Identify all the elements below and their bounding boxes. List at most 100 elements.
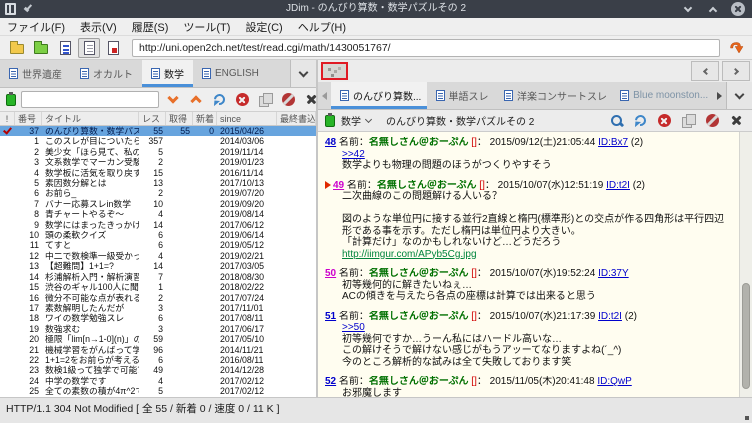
- prev-button[interactable]: [691, 61, 719, 81]
- board-select[interactable]: 数学: [341, 113, 373, 128]
- menu-file[interactable]: ファイル(F): [7, 19, 65, 35]
- thread-list-row[interactable]: 19 数強求む 3 2017/06/17: [0, 324, 316, 334]
- post-number-link[interactable]: 48: [325, 137, 336, 148]
- thread-list-row[interactable]: 37のんびり算数・数学パズル555502015/04/26: [0, 126, 316, 137]
- pin-icon[interactable]: [23, 4, 33, 14]
- resize-grip[interactable]: [745, 416, 749, 420]
- poster-name[interactable]: 名無しさん＠おーぷん: [369, 376, 469, 387]
- post-number-link[interactable]: 50: [325, 268, 336, 279]
- poster-id-link[interactable]: ID:37Y: [598, 268, 629, 279]
- reload-button[interactable]: [210, 91, 228, 109]
- delete-button[interactable]: [233, 91, 251, 109]
- search-down-button[interactable]: [164, 91, 182, 109]
- close-thread-button[interactable]: [727, 112, 745, 130]
- board-tab-occult[interactable]: オカルト: [71, 60, 142, 87]
- image-view-button[interactable]: [102, 38, 124, 58]
- favorites-button[interactable]: [30, 38, 52, 58]
- thread-tab-3[interactable]: Blue moonston...: [611, 82, 713, 109]
- reload-thread-button[interactable]: [631, 112, 649, 130]
- thread-list-row[interactable]: 24 中学の数学です 4 2017/02/12: [0, 376, 316, 386]
- board-tab-overflow-button[interactable]: [290, 60, 316, 87]
- tab-scroll-right-button[interactable]: [713, 82, 726, 109]
- thread-list-row[interactable]: 23 数検1級って独学で可能？ 49 2014/12/28: [0, 365, 316, 375]
- url-input[interactable]: [132, 38, 720, 57]
- thread-list-row[interactable]: 1このスレが目についたら何3572014/03/06: [0, 136, 316, 146]
- minimize-button[interactable]: [681, 2, 695, 16]
- poster-id-link[interactable]: ID:t2I: [606, 180, 630, 191]
- thread-list-row[interactable]: 16微分不可能な点が表れる最22017/07/24: [0, 293, 316, 303]
- thread-list-row[interactable]: 12中二で数検準一級受かった42019/02/21: [0, 251, 316, 261]
- thread-list-row[interactable]: 13 【超難問】1+1=? 14 2017/03/05: [0, 261, 316, 271]
- next-button[interactable]: [722, 61, 750, 81]
- column-header[interactable]: 最終書込: [277, 112, 316, 125]
- thread-list-row[interactable]: 11 てすと 6 2019/05/12: [0, 240, 316, 250]
- thread-list-row[interactable]: 15 渋谷のギャル100人に聞い 1 2018/02/22: [0, 282, 316, 292]
- menu-tool[interactable]: ツール(T): [183, 19, 230, 35]
- abort-thread-button[interactable]: [703, 112, 721, 130]
- thread-list-row[interactable]: 25 全ての素数の積が4π^2で 5 2017/02/12: [0, 386, 316, 396]
- thread-list-row[interactable]: 4数学板に活気を取り戻すぞ152016/11/14: [0, 168, 316, 178]
- thread-list-row[interactable]: 9数学にはまったきっかけを教142017/06/12: [0, 220, 316, 230]
- menu-config[interactable]: 設定(C): [245, 19, 282, 35]
- thread-list-row[interactable]: 3 文系数学でマーカン受験 2 2019/01/23: [0, 157, 316, 167]
- abort-button[interactable]: [279, 91, 297, 109]
- search-button[interactable]: [607, 112, 625, 130]
- thread-list-row[interactable]: 14杉浦解析入門・解析演習を72018/08/30: [0, 272, 316, 282]
- thread-list-row[interactable]: 10 頭の柔軟クイズ 6 2019/06/14: [0, 230, 316, 240]
- thread-list-row[interactable]: 7 バナー応募スレin数学 10 2019/09/20: [0, 199, 316, 209]
- menu-view[interactable]: 表示(V): [80, 19, 117, 35]
- thread-list-row[interactable]: 20極限「lim[n→1-0](n)」の結592017/05/10: [0, 334, 316, 344]
- scrollbar-thumb[interactable]: [742, 283, 750, 390]
- thread-list-row[interactable]: 21機械学習をがんばって学ぶ962014/11/21: [0, 345, 316, 355]
- thread-list-row[interactable]: 221+1=2をお前らが考える最も62016/08/11: [0, 355, 316, 365]
- poster-name[interactable]: 名無しさん＠おーぷん: [377, 180, 477, 191]
- post-number-link[interactable]: 49: [333, 180, 344, 191]
- close-button[interactable]: [731, 2, 745, 16]
- thread-tab-overflow-button[interactable]: [726, 82, 752, 109]
- board-search-input[interactable]: [21, 91, 159, 108]
- column-header[interactable]: 番号: [15, 112, 42, 125]
- board-tab-world-heritage[interactable]: 世界遺産: [0, 60, 71, 87]
- copy-thread-button[interactable]: [679, 112, 697, 130]
- poster-id-link[interactable]: ID:Bx7: [598, 137, 628, 148]
- thread-view-button[interactable]: [78, 37, 100, 58]
- scrollbar[interactable]: [739, 132, 752, 397]
- column-header[interactable]: レス: [139, 112, 166, 125]
- delete-thread-button[interactable]: [655, 112, 673, 130]
- poster-name[interactable]: 名無しさん＠おーぷん: [369, 137, 469, 148]
- res-anchor-link[interactable]: >>50: [342, 322, 365, 333]
- menu-history[interactable]: 履歴(S): [132, 19, 169, 35]
- board-list-button[interactable]: [6, 38, 28, 58]
- column-header[interactable]: 取得: [166, 112, 193, 125]
- poster-name[interactable]: 名無しさん＠おーぷん: [369, 268, 469, 279]
- maximize-button[interactable]: [706, 2, 720, 16]
- column-header[interactable]: タイトル: [42, 112, 139, 125]
- thread-list-row[interactable]: 2美少女「ほら見て、私のおま52019/11/14: [0, 147, 316, 157]
- res-anchor-link[interactable]: >>42: [342, 149, 365, 160]
- go-button[interactable]: [726, 38, 746, 58]
- board-tab-english[interactable]: ENGLISH: [193, 60, 268, 87]
- poster-id-link[interactable]: ID:t2I: [598, 311, 622, 322]
- thread-tab-2[interactable]: 洋楽コンサートスレ: [495, 82, 611, 109]
- thread-tab-1[interactable]: 単語スレ: [427, 82, 496, 109]
- post-number-link[interactable]: 51: [325, 311, 336, 322]
- menu-help[interactable]: ヘルプ(H): [298, 19, 346, 35]
- poster-name[interactable]: 名無しさん＠おーぷん: [369, 311, 469, 322]
- post-number-link[interactable]: 52: [325, 376, 336, 387]
- thread-list-row[interactable]: 17 素数解明したんだが 3 2017/11/01: [0, 303, 316, 313]
- tab-scroll-left-button[interactable]: [318, 82, 331, 109]
- copy-button[interactable]: [256, 91, 274, 109]
- thread-tab-0[interactable]: のんびり算数...: [331, 82, 427, 109]
- thread-list-row[interactable]: 6 お前ら_ 2 2019/07/20: [0, 188, 316, 198]
- thread-list-row[interactable]: 5 素因数分解とは 13 2017/10/13: [0, 178, 316, 188]
- url-link[interactable]: http://iimgur.com/APyb5Cg.jpg: [342, 249, 477, 260]
- column-header[interactable]: !: [0, 112, 15, 125]
- thread-list-row[interactable]: 18 ワイの数学勉強スレ 6 2017/08/11: [0, 313, 316, 323]
- thread-list-row[interactable]: 8 青チャートやるぞ〜 4 2019/08/14: [0, 209, 316, 219]
- column-header[interactable]: 新着: [193, 112, 217, 125]
- thread-list-button[interactable]: [54, 38, 76, 58]
- highlighted-toggle-button[interactable]: [321, 62, 348, 80]
- search-up-button[interactable]: [187, 91, 205, 109]
- poster-id-link[interactable]: ID:QwP: [597, 376, 631, 387]
- board-tab-math[interactable]: 数学: [142, 60, 193, 87]
